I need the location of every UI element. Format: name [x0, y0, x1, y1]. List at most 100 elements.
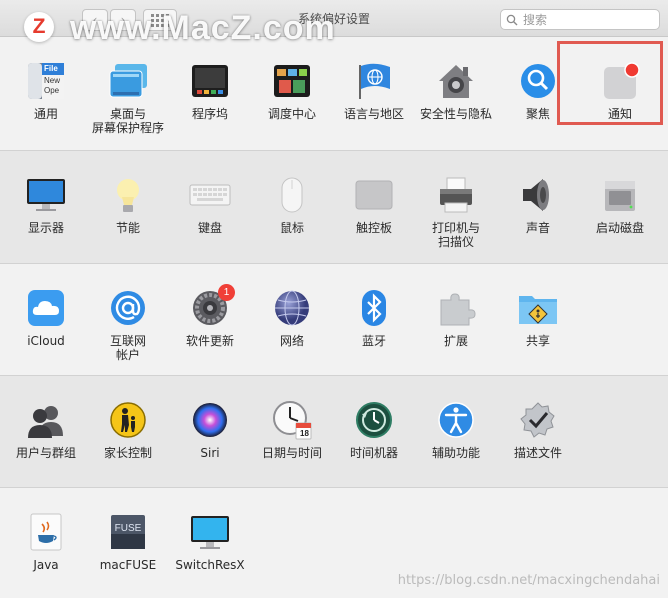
monitor-icon	[188, 510, 232, 554]
pref-sharing[interactable]: 共享	[497, 264, 579, 374]
fuse-icon: FUSE	[106, 510, 150, 554]
bluetooth-icon	[352, 286, 396, 330]
pref-security-privacy[interactable]: 安全性与隐私	[415, 37, 497, 147]
pref-startup-disk[interactable]: 启动磁盘	[579, 151, 661, 261]
pref-label: macFUSE	[99, 558, 157, 572]
pref-label: 聚焦	[525, 107, 550, 121]
pref-label: 打印机与 扫描仪	[431, 221, 480, 249]
java-icon	[24, 510, 68, 554]
pref-mouse[interactable]: 鼠标	[251, 151, 333, 261]
pref-profiles[interactable]: 描述文件	[497, 376, 579, 486]
pref-macfuse[interactable]: FUSE macFUSE	[87, 488, 169, 598]
pref-mission-control[interactable]: 调度中心	[251, 37, 333, 147]
magnifier-icon	[516, 59, 560, 103]
trackpad-icon	[352, 173, 396, 217]
printer-icon	[434, 173, 478, 217]
calendar-day: 18	[300, 429, 309, 438]
general-icon: File New Ope	[24, 59, 68, 103]
pref-users-groups[interactable]: 用户与群组	[5, 376, 87, 486]
desktop-icon	[106, 59, 150, 103]
pref-language-region[interactable]: 语言与地区	[333, 37, 415, 147]
pref-bluetooth[interactable]: 蓝牙	[333, 264, 415, 374]
pref-trackpad[interactable]: 触控板	[333, 151, 415, 261]
section-system: 用户与群组 家长控制 Siri 18 日期与时间 时间机器 辅助功能 描述文件	[0, 376, 668, 488]
pref-label: 程序坞	[191, 107, 228, 121]
pref-label: 触控板	[355, 221, 392, 235]
section-hardware: 显示器 节能 键盘 鼠标 触控板 打印机与 扫描仪 声音 启动磁盘	[0, 151, 668, 264]
accessibility-icon	[434, 398, 478, 442]
site-logo: Z	[24, 12, 54, 42]
search-input[interactable]	[521, 11, 655, 28]
pref-date-time[interactable]: 18 日期与时间	[251, 376, 333, 486]
section-other: Java FUSE macFUSE SwitchResX https://blo…	[0, 488, 668, 598]
pref-label: 桌面与 屏幕保护程序	[91, 107, 164, 135]
network-globe-icon	[270, 286, 314, 330]
dock-icon	[188, 59, 232, 103]
pref-label: 辅助功能	[431, 446, 480, 460]
section-personal: File New Ope 通用 桌面与 屏幕保护程序 程序坞 调度中心 语言与地…	[0, 37, 668, 151]
pref-label: 日期与时间	[261, 446, 322, 460]
pref-dock[interactable]: 程序坞	[169, 37, 251, 147]
general-icon-line1: File	[44, 64, 58, 73]
at-icon	[106, 286, 150, 330]
pref-label: 共享	[525, 334, 550, 348]
gear-icon: 1	[188, 284, 235, 330]
pref-extensions[interactable]: 扩展	[415, 264, 497, 374]
pref-label: 家长控制	[103, 446, 152, 460]
clock-calendar-icon: 18	[270, 398, 314, 442]
general-icon-line3: Ope	[44, 86, 60, 95]
check-badge-icon	[516, 398, 560, 442]
pref-label: 键盘	[197, 221, 222, 235]
puzzle-icon	[434, 286, 478, 330]
section-internet: iCloud 互联网 帐户 1 软件更新 网络 蓝牙 扩展 共享	[0, 264, 668, 376]
pref-label: 描述文件	[513, 446, 562, 460]
pref-sound[interactable]: 声音	[497, 151, 579, 261]
pref-network[interactable]: 网络	[251, 264, 333, 374]
pref-label: 通用	[33, 107, 58, 121]
blog-url-watermark: https://blog.csdn.net/macxingchendahai	[397, 573, 660, 588]
pref-label: 启动磁盘	[595, 221, 644, 235]
pref-icloud[interactable]: iCloud	[5, 264, 87, 374]
pref-keyboard[interactable]: 键盘	[169, 151, 251, 261]
site-watermark: www.MacZ.com	[70, 9, 336, 47]
pref-label: 用户与群组	[15, 446, 76, 460]
pref-switchresx[interactable]: SwitchResX	[169, 488, 251, 598]
siri-icon	[188, 398, 232, 442]
time-machine-icon	[352, 398, 396, 442]
search-field[interactable]	[500, 9, 660, 30]
family-icon	[106, 398, 150, 442]
pref-displays[interactable]: 显示器	[5, 151, 87, 261]
pref-label: 节能	[115, 221, 140, 235]
pref-label: 鼠标	[279, 221, 304, 235]
notification-icon	[598, 59, 642, 103]
pref-energy-saver[interactable]: 节能	[87, 151, 169, 261]
pref-general[interactable]: File New Ope 通用	[5, 37, 87, 147]
house-lock-icon	[434, 59, 478, 103]
pref-label: 通知	[607, 107, 632, 121]
pref-desktop-screensaver[interactable]: 桌面与 屏幕保护程序	[87, 37, 169, 147]
pref-accessibility[interactable]: 辅助功能	[415, 376, 497, 486]
general-icon-line2: New	[44, 76, 61, 85]
disk-icon	[598, 173, 642, 217]
pref-software-update[interactable]: 1 软件更新	[169, 264, 251, 374]
pref-label: Java	[33, 558, 59, 572]
folder-share-icon	[516, 286, 560, 330]
cloud-icon	[24, 286, 68, 330]
pref-internet-accounts[interactable]: 互联网 帐户	[87, 264, 169, 374]
pref-label: 网络	[279, 334, 304, 348]
pref-spotlight[interactable]: 聚焦	[497, 37, 579, 147]
pref-label: 扩展	[443, 334, 468, 348]
bulb-icon	[106, 173, 150, 217]
pref-label: 蓝牙	[361, 334, 386, 348]
speaker-icon	[516, 173, 560, 217]
pref-printers-scanners[interactable]: 打印机与 扫描仪	[415, 151, 497, 261]
pref-parental-controls[interactable]: 家长控制	[87, 376, 169, 486]
globe-flag-icon	[352, 59, 396, 103]
pref-label: 语言与地区	[343, 107, 404, 121]
pref-notifications[interactable]: 通知	[579, 37, 661, 147]
keyboard-icon	[188, 173, 232, 217]
pref-label: 显示器	[27, 221, 64, 235]
pref-time-machine[interactable]: 时间机器	[333, 376, 415, 486]
pref-java[interactable]: Java	[5, 488, 87, 598]
pref-siri[interactable]: Siri	[169, 376, 251, 486]
